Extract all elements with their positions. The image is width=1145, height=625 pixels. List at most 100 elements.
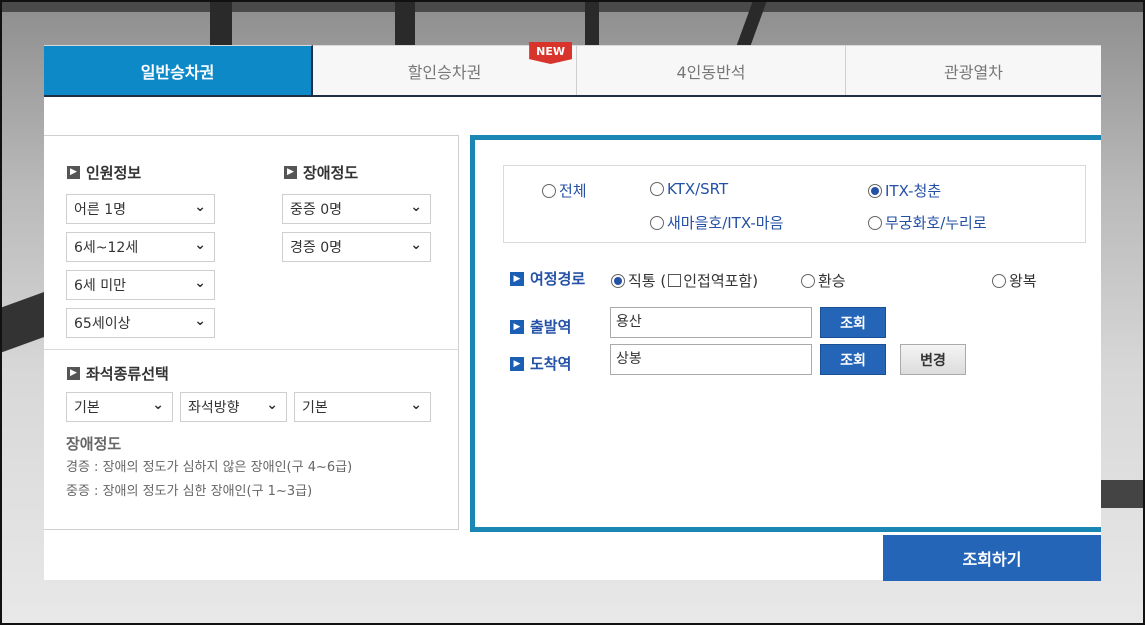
select-value: 65세이상 bbox=[74, 316, 131, 332]
radio-circle-icon bbox=[650, 182, 664, 196]
background-bar bbox=[395, 0, 415, 45]
disability-heading: ▶ 장애정도 bbox=[284, 162, 358, 183]
severe-disability-select[interactable]: 중증 0명 ⌄ bbox=[282, 194, 431, 224]
radio-checked-icon bbox=[611, 273, 625, 288]
tab-discount-ticket[interactable]: 할인승차권 NEW bbox=[313, 42, 577, 95]
select-value: 6세~12세 bbox=[74, 240, 139, 256]
departure-search-button[interactable]: 조회 bbox=[820, 307, 886, 338]
arrival-search-button[interactable]: 조회 bbox=[820, 344, 886, 375]
train-itx-radio[interactable]: ITX-청춘 bbox=[868, 180, 941, 201]
heading-text: 인원정보 bbox=[86, 164, 142, 182]
seat-type-heading: ▶ 좌석종류선택 bbox=[67, 363, 169, 384]
tab-four-person-seat[interactable]: 4인동반석 bbox=[577, 45, 846, 95]
heading-text: 출발역 bbox=[530, 318, 572, 336]
arrow-right-icon: ▶ bbox=[510, 319, 524, 334]
train-type-box: 전체 KTX/SRT ITX-청춘 새마을호/ITX-마음 무궁화호/누리로 bbox=[503, 165, 1086, 243]
arrival-heading: ▶ 도착역 bbox=[510, 353, 571, 374]
ticket-search-card: 일반승차권 할인승차권 NEW 4인동반석 관광열차 ▶ 인원정보 ▶ 장애정도 어… bbox=[44, 42, 1101, 580]
select-value: 기본 bbox=[74, 400, 100, 416]
route-heading: ▶ 여정경로 bbox=[510, 268, 585, 289]
seat-direction-select[interactable]: 좌석방향 ⌄ bbox=[180, 392, 287, 422]
arrival-station-input[interactable]: 상봉 bbox=[610, 344, 812, 375]
select-value: 경증 0명 bbox=[290, 240, 342, 256]
chevron-down-icon: ⌄ bbox=[410, 237, 422, 253]
departure-station-input[interactable]: 용산 bbox=[610, 307, 812, 338]
radio-checked-icon bbox=[868, 183, 882, 198]
tab-label: 일반승차권 bbox=[140, 62, 215, 82]
child-count-select[interactable]: 6세~12세 ⌄ bbox=[66, 232, 215, 262]
checkbox-label: 인접역포함) bbox=[683, 272, 759, 290]
search-submit-button[interactable]: 조회하기 bbox=[883, 535, 1101, 581]
radio-circle-icon bbox=[542, 183, 556, 198]
radio-label: 직통 ( bbox=[628, 272, 667, 290]
radio-label: 새마을호/ITX-마음 bbox=[667, 214, 784, 232]
passenger-heading: ▶ 인원정보 bbox=[67, 162, 141, 183]
background-bar bbox=[210, 0, 232, 45]
arrow-right-icon: ▶ bbox=[510, 271, 524, 286]
route-panel: 전체 KTX/SRT ITX-청춘 새마을호/ITX-마음 무궁화호/누리로 ▶… bbox=[470, 135, 1101, 532]
adult-count-select[interactable]: 어른 1명 ⌄ bbox=[66, 194, 215, 224]
ticket-tabs: 일반승차권 할인승차권 NEW 4인동반석 관광열차 bbox=[44, 42, 1101, 97]
background-bar bbox=[1101, 480, 1145, 508]
background-bar bbox=[585, 0, 599, 45]
heading-text: 도착역 bbox=[530, 355, 572, 373]
nearby-station-checkbox[interactable] bbox=[668, 274, 682, 287]
select-value: 6세 미만 bbox=[74, 278, 126, 294]
radio-circle-icon bbox=[992, 273, 1006, 288]
chevron-down-icon: ⌄ bbox=[194, 199, 206, 215]
arrow-right-icon: ▶ bbox=[510, 356, 524, 371]
radio-circle-icon bbox=[868, 215, 882, 230]
select-value: 좌석방향 bbox=[188, 400, 240, 416]
background-bar bbox=[0, 0, 1145, 12]
seat-class-select[interactable]: 기본 ⌄ bbox=[66, 392, 173, 422]
disability-note-title: 장애정도 bbox=[66, 435, 122, 453]
seat-option-select[interactable]: 기본 ⌄ bbox=[294, 392, 431, 422]
chevron-down-icon: ⌄ bbox=[266, 397, 278, 413]
train-all-radio[interactable]: 전체 bbox=[542, 180, 587, 201]
passenger-panel: ▶ 인원정보 ▶ 장애정도 어른 1명 ⌄ 6세~12세 ⌄ 6세 미만 ⌄ 65세이상 ⌄… bbox=[44, 135, 459, 530]
tab-tourist-train[interactable]: 관광열차 bbox=[846, 45, 1101, 95]
radio-circle-icon bbox=[650, 215, 664, 230]
radio-label: 무궁화호/누리로 bbox=[885, 214, 987, 232]
mild-disability-select[interactable]: 경증 0명 ⌄ bbox=[282, 232, 431, 262]
select-value: 어른 1명 bbox=[74, 202, 126, 218]
train-mugunghwa-radio[interactable]: 무궁화호/누리로 bbox=[868, 212, 987, 233]
chevron-down-icon: ⌄ bbox=[410, 199, 422, 215]
disability-note-mild: 경증 : 장애의 정도가 심하지 않은 장애인(구 4~6급) bbox=[66, 460, 353, 475]
route-transfer-radio[interactable]: 환승 bbox=[801, 270, 846, 291]
departure-heading: ▶ 출발역 bbox=[510, 316, 571, 337]
select-value: 중증 0명 bbox=[290, 202, 342, 218]
radio-label: KTX/SRT bbox=[667, 180, 729, 198]
arrow-right-icon: ▶ bbox=[67, 166, 80, 179]
arrow-right-icon: ▶ bbox=[284, 166, 297, 179]
radio-label: 왕복 bbox=[1009, 272, 1037, 290]
train-ktx-radio[interactable]: KTX/SRT bbox=[650, 180, 728, 198]
senior-count-select[interactable]: 65세이상 ⌄ bbox=[66, 308, 215, 338]
chevron-down-icon: ⌄ bbox=[152, 397, 164, 413]
section-divider bbox=[44, 349, 458, 350]
radio-label: 환승 bbox=[818, 272, 846, 290]
disability-note-severe: 중증 : 장애의 정도가 심한 장애인(구 1~3급) bbox=[66, 484, 313, 499]
heading-text: 좌석종류선택 bbox=[86, 365, 169, 383]
swap-stations-button[interactable]: 변경 bbox=[900, 344, 966, 375]
arrow-right-icon: ▶ bbox=[67, 367, 80, 380]
tab-label: 관광열차 bbox=[944, 62, 1003, 82]
train-saemaul-radio[interactable]: 새마을호/ITX-마음 bbox=[650, 212, 783, 233]
route-direct-radio[interactable]: 직통 ( 인접역포함) bbox=[611, 270, 758, 291]
heading-text: 여정경로 bbox=[530, 270, 586, 288]
radio-label: ITX-청춘 bbox=[885, 182, 942, 200]
chevron-down-icon: ⌄ bbox=[410, 397, 422, 413]
chevron-down-icon: ⌄ bbox=[194, 313, 206, 329]
heading-text: 장애정도 bbox=[303, 164, 359, 182]
tab-general-ticket[interactable]: 일반승차권 bbox=[44, 45, 313, 95]
route-roundtrip-radio[interactable]: 왕복 bbox=[992, 270, 1037, 291]
infant-count-select[interactable]: 6세 미만 ⌄ bbox=[66, 270, 215, 300]
radio-circle-icon bbox=[801, 273, 815, 288]
new-badge: NEW bbox=[529, 42, 572, 64]
radio-label: 전체 bbox=[559, 182, 587, 200]
chevron-down-icon: ⌄ bbox=[194, 275, 206, 291]
tab-label: 4인동반석 bbox=[676, 62, 746, 82]
tab-label: 할인승차권 bbox=[407, 62, 482, 82]
background-bar bbox=[0, 291, 44, 354]
chevron-down-icon: ⌄ bbox=[194, 237, 206, 253]
